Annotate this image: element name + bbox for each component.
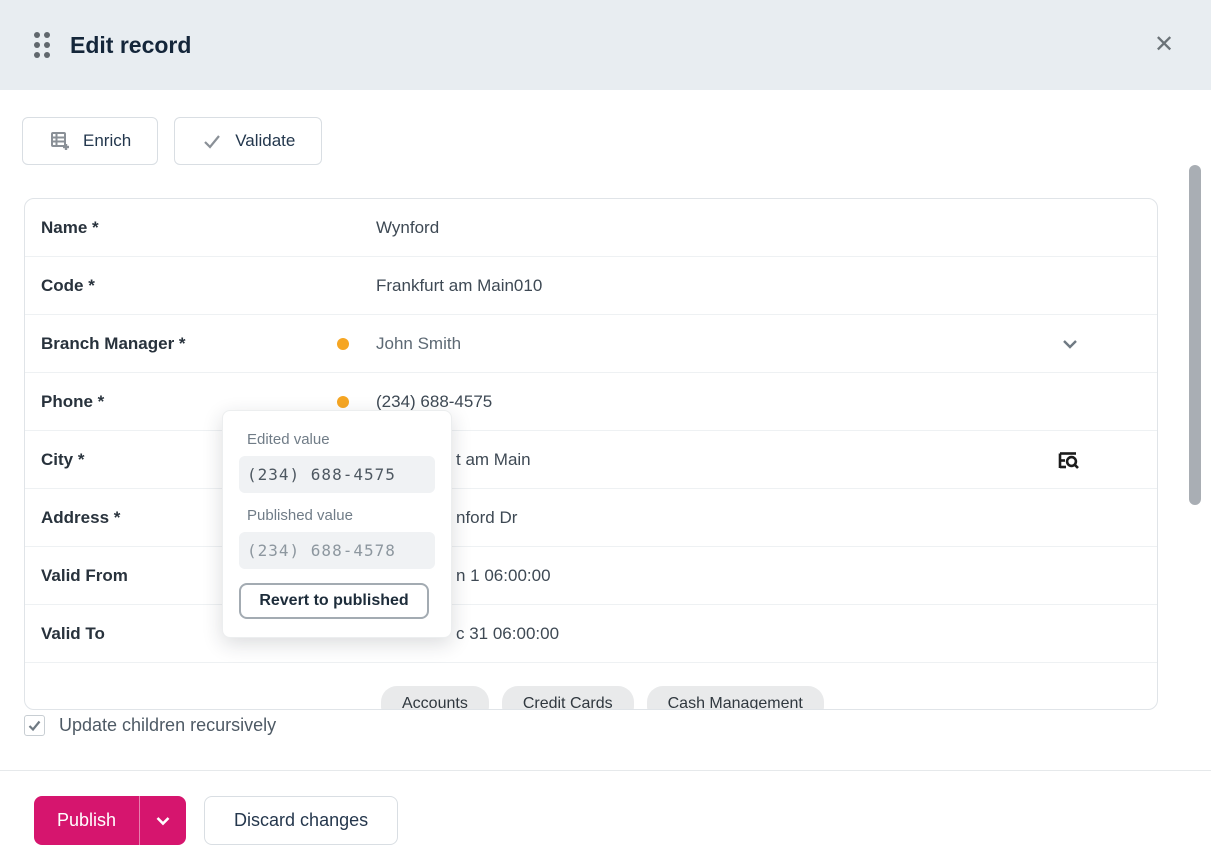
dot-slot (337, 338, 376, 350)
field-label: Branch Manager * (41, 334, 337, 354)
lookup-search-icon[interactable] (1055, 447, 1081, 473)
edited-value-text: (234) 688-4575 (239, 456, 435, 493)
record-field-table: Name * Wynford Code * Frankfurt am Main0… (24, 198, 1158, 710)
field-value-text: c 31 06:00:00 (456, 624, 559, 644)
field-value[interactable]: nford Dr (376, 508, 1141, 528)
field-row-phone: Phone * (234) 688-4575 (25, 373, 1157, 431)
dot-slot (337, 396, 376, 408)
tag-chip[interactable]: Cash Management (647, 686, 824, 710)
edit-record-modal: Edit record ✕ Enrich (0, 0, 1211, 863)
field-value-text: t am Main (456, 450, 531, 470)
update-children-checkbox[interactable] (24, 715, 45, 736)
vertical-scrollbar-thumb[interactable] (1189, 165, 1201, 505)
modal-header: Edit record ✕ (0, 0, 1211, 90)
update-children-checkbox-label: Update children recursively (59, 715, 276, 736)
published-value-label: Published value (247, 507, 435, 524)
field-value[interactable]: c 31 06:00:00 (376, 624, 1141, 644)
validate-button-label: Validate (235, 131, 295, 151)
field-row-name: Name * Wynford (25, 199, 1157, 257)
published-value-text: (234) 688-4578 (239, 532, 435, 569)
field-row-city: City * t am Main (25, 431, 1157, 489)
edited-value-popup: Edited value (234) 688-4575 Published va… (222, 410, 452, 638)
toolbar: Enrich Validate (22, 117, 322, 165)
field-value[interactable]: John Smith (376, 333, 1141, 355)
related-tags-row: Accounts Credit Cards Cash Management (25, 663, 1157, 710)
field-value-text: n 1 06:00:00 (456, 566, 551, 586)
field-value[interactable]: n 1 06:00:00 (376, 566, 1141, 586)
tag-chip[interactable]: Accounts (381, 686, 489, 710)
revert-to-published-button[interactable]: Revert to published (239, 583, 429, 619)
field-row-code: Code * Frankfurt am Main010 (25, 257, 1157, 315)
field-value[interactable]: (234) 688-4575 (376, 392, 1141, 412)
footer-divider (0, 770, 1211, 771)
field-label: Phone * (41, 392, 337, 412)
field-value[interactable]: Wynford (376, 218, 1141, 238)
chevron-down-icon[interactable] (1059, 333, 1081, 355)
publish-split-button: Publish (34, 796, 186, 845)
field-label: Code * (41, 276, 337, 296)
publish-button[interactable]: Publish (34, 796, 139, 845)
field-value[interactable]: t am Main (376, 447, 1141, 473)
footer-actions: Publish Discard changes (34, 796, 398, 845)
update-children-checkbox-row[interactable]: Update children recursively (24, 715, 276, 736)
publish-dropdown-chevron-icon[interactable] (139, 796, 186, 845)
field-row-address: Address * nford Dr (25, 489, 1157, 547)
edited-value-label: Edited value (247, 431, 435, 448)
enrich-table-plus-icon (49, 130, 71, 152)
field-value[interactable]: Frankfurt am Main010 (376, 276, 1141, 296)
edited-indicator-dot (337, 396, 349, 408)
field-value-text: nford Dr (456, 508, 517, 528)
field-row-branch-manager: Branch Manager * John Smith (25, 315, 1157, 373)
field-row-valid-from: Valid From n 1 06:00:00 (25, 547, 1157, 605)
modal-title: Edit record (70, 32, 191, 59)
field-value-text: John Smith (376, 334, 461, 354)
edited-indicator-dot (337, 338, 349, 350)
tag-chip[interactable]: Credit Cards (502, 686, 634, 710)
discard-changes-button[interactable]: Discard changes (204, 796, 398, 845)
validate-button[interactable]: Validate (174, 117, 322, 165)
field-row-valid-to: Valid To c 31 06:00:00 (25, 605, 1157, 663)
field-label: Name * (41, 218, 337, 238)
checkmark-icon (201, 130, 223, 152)
enrich-button[interactable]: Enrich (22, 117, 158, 165)
close-icon[interactable]: ✕ (1147, 28, 1181, 62)
enrich-button-label: Enrich (83, 131, 131, 151)
drag-handle-icon[interactable] (34, 32, 50, 58)
